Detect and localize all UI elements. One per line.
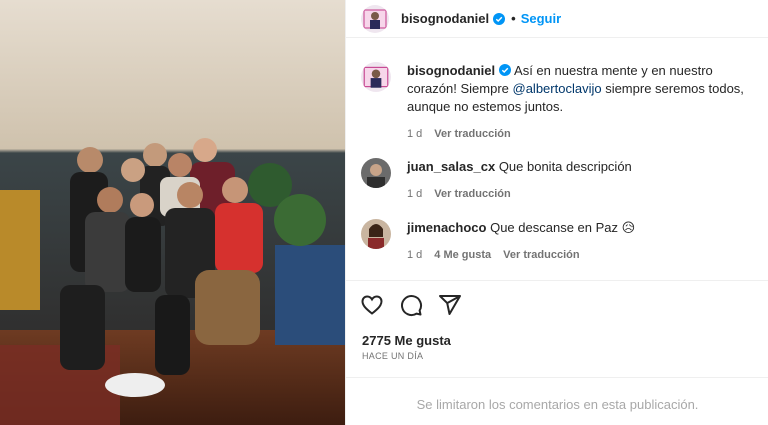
comment-username[interactable]: jimenachoco (407, 220, 486, 235)
post-time: HACE UN DÍA (362, 351, 424, 361)
caption-meta: 1 d Ver traducción (407, 125, 762, 143)
comment-text: juan_salas_cx Que bonita descripción (407, 158, 762, 176)
comment-body: Que descanse en Paz 😥 (490, 220, 636, 235)
comment-time: 1 d (407, 249, 423, 261)
comment-time: 1 d (407, 188, 423, 200)
caption-mention-link[interactable]: @albertoclavijo (513, 81, 602, 96)
group-photo-illustration (0, 0, 345, 425)
commenter-avatar[interactable] (361, 158, 391, 188)
comment-icon[interactable] (399, 293, 423, 317)
separator-dot: • (511, 11, 516, 26)
avatar-image (361, 4, 389, 33)
comments-limited-notice: Se limitaron los comentarios en esta pub… (416, 397, 699, 412)
author-avatar[interactable] (361, 4, 389, 33)
likes-count[interactable]: 2775 Me gusta (362, 333, 451, 348)
comment-translate-link[interactable]: Ver traducción (434, 185, 510, 203)
comment-item: jimenachoco Que descanse en Paz 😥 1 d 4 … (346, 219, 768, 264)
caption-translate-link[interactable]: Ver traducción (434, 125, 510, 143)
post-side-panel: bisognodaniel • Seguir bisognodaniel Así… (345, 0, 768, 425)
divider (346, 280, 768, 281)
verified-badge-icon (493, 12, 506, 25)
avatar-image (361, 219, 391, 249)
caption-author-avatar[interactable] (361, 62, 391, 92)
caption-username[interactable]: bisognodaniel (407, 63, 495, 78)
divider (346, 377, 768, 378)
author-username[interactable]: bisognodaniel (401, 11, 489, 26)
verified-badge-icon (499, 63, 512, 76)
comment-likes[interactable]: 4 Me gusta (434, 246, 491, 264)
follow-button[interactable]: Seguir (521, 11, 561, 26)
caption-time: 1 d (407, 128, 423, 140)
action-bar (360, 293, 462, 317)
comment-body: Que bonita descripción (498, 159, 632, 174)
heart-icon[interactable] (360, 293, 384, 317)
avatar-image (361, 62, 391, 92)
comment-item: juan_salas_cx Que bonita descripción 1 d… (346, 158, 768, 203)
share-icon[interactable] (438, 293, 462, 317)
comment-username[interactable]: juan_salas_cx (407, 159, 495, 174)
caption-text: bisognodaniel Así en nuestra mente y en … (407, 62, 762, 116)
avatar-image (361, 158, 391, 188)
comment-meta: 1 d Ver traducción (407, 185, 762, 203)
caption: bisognodaniel Así en nuestra mente y en … (346, 62, 768, 143)
comment-meta: 1 d 4 Me gusta Ver traducción (407, 246, 762, 264)
comment-text: jimenachoco Que descanse en Paz 😥 (407, 219, 762, 237)
post-photo[interactable] (0, 0, 345, 425)
comment-translate-link[interactable]: Ver traducción (503, 246, 579, 264)
post-header: bisognodaniel • Seguir (346, 0, 768, 38)
commenter-avatar[interactable] (361, 219, 391, 249)
